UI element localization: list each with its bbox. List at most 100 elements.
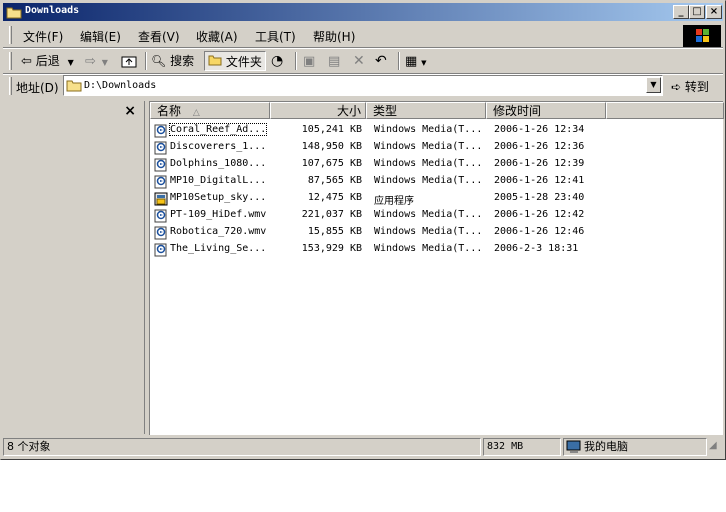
up-folder-icon [121, 56, 137, 68]
copy-to-button[interactable]: ▤ [328, 51, 348, 71]
file-row[interactable]: MP10Setup_sky... 12,475 KB 应用程序 2005-1-28 2… [152, 189, 722, 207]
go-button[interactable]: ➪ 转到 [671, 78, 709, 95]
undo-icon: ↶ [375, 53, 387, 69]
minimize-button[interactable]: _ [673, 5, 689, 19]
file-size: 148,950 KB [301, 141, 362, 152]
column-header-size[interactable]: 大小 [270, 102, 366, 119]
address-path: D:\Downloads [84, 80, 157, 91]
window-title: Downloads [25, 5, 80, 16]
file-type: Windows Media(T... [374, 243, 483, 254]
menu-view[interactable]: 查看(V) [138, 28, 180, 45]
delete-button[interactable]: ✕ [353, 51, 371, 71]
maximize-button[interactable]: □ [689, 5, 705, 19]
status-location: 我的电脑 [563, 438, 707, 456]
undo-button[interactable]: ↶ [375, 51, 393, 71]
views-icon: ▦ [405, 54, 418, 69]
menu-bar: 文件(F) 编辑(E) 查看(V) 收藏(A) 工具(T) 帮助(H) [3, 23, 681, 47]
title-bar[interactable]: Downloads _ □ × [3, 3, 723, 21]
resize-grip-icon[interactable]: ◢ [709, 440, 717, 451]
media-file-icon [154, 124, 168, 138]
address-bar: 地址(D) D:\Downloads ▼ ➪ 转到 [3, 74, 723, 98]
file-modified: 2005-1-28 23:40 [494, 192, 585, 203]
address-input[interactable]: D:\Downloads ▼ [63, 75, 663, 96]
file-name: Dolphins_1080... [170, 158, 267, 169]
search-button[interactable]: 🔍︎ 搜索 [151, 51, 199, 71]
folder-icon [6, 5, 22, 22]
column-name-label: 名称 [157, 104, 182, 118]
views-dropdown-icon: ▼ [421, 59, 427, 67]
file-type: Windows Media(T... [374, 209, 483, 220]
back-arrow-icon: ⇦ [21, 54, 32, 69]
list-header: 名称 △ 大小 类型 修改时间 [150, 102, 724, 119]
toolbar-separator [145, 52, 147, 70]
file-row[interactable]: The_Living_Se... 153,929 KB Windows Media(… [152, 240, 722, 257]
address-label: 地址(D) [16, 81, 59, 95]
menu-edit[interactable]: 编辑(E) [80, 28, 121, 45]
folder-icon [66, 78, 82, 95]
folders-label: 文件夹 [225, 55, 262, 69]
file-row[interactable]: MP10_DigitalL... 87,565 KB Windows Media(T… [152, 172, 722, 189]
explorer-window: Downloads _ □ × 文件(F) 编辑(E) 查看(V) 收藏(A) … [0, 0, 726, 460]
copy-to-icon: ▤ [328, 54, 341, 69]
close-button[interactable]: × [706, 5, 722, 19]
file-type: Windows Media(T... [374, 175, 483, 186]
forward-arrow-icon: ⇨ [85, 54, 96, 69]
file-size: 15,855 KB [307, 226, 362, 237]
file-size: 12,475 KB [307, 192, 362, 203]
toolbar-grip [9, 52, 12, 70]
file-type: Windows Media(T... [374, 158, 483, 169]
history-button[interactable]: ◔ [271, 51, 291, 71]
standard-toolbar: ⇦ 后退 ▼ ⇨ ▼ 🔍︎ 搜索 文件夹 ◔ ▣ ▤ ✕ ↶ ▦ ▼ [3, 49, 723, 73]
file-modified: 2006-1-26 12:46 [494, 226, 585, 237]
status-size: 832 MB [483, 438, 561, 456]
file-row[interactable]: Coral_Reef_Ad... 105,241 KB Windows Media(… [152, 121, 722, 138]
file-modified: 2006-1-26 12:36 [494, 141, 585, 152]
file-name: MP10Setup_sky... [170, 192, 267, 203]
address-dropdown-button[interactable]: ▼ [646, 77, 661, 93]
views-button[interactable]: ▦ ▼ [405, 51, 433, 71]
file-name: Discoverers_1... [170, 141, 267, 152]
search-label: 搜索 [170, 54, 195, 68]
move-to-button[interactable]: ▣ [303, 51, 323, 71]
file-row[interactable]: Robotica_720.wmv 15,855 KB Windows Media(T… [152, 223, 722, 240]
menu-grip [9, 26, 12, 44]
menu-tools[interactable]: 工具(T) [255, 28, 296, 45]
media-file-icon [154, 209, 168, 223]
explorer-bar-pane: × [5, 101, 145, 434]
menu-help[interactable]: 帮助(H) [313, 28, 355, 45]
media-file-icon [154, 158, 168, 172]
sort-ascending-icon: △ [192, 108, 200, 118]
column-header-type[interactable]: 类型 [366, 102, 486, 119]
column-header-modified[interactable]: 修改时间 [486, 102, 606, 119]
file-size: 221,037 KB [301, 209, 362, 220]
folders-button[interactable]: 文件夹 [204, 51, 266, 71]
back-label: 后退 [35, 54, 60, 68]
history-icon: ◔ [271, 53, 284, 69]
file-modified: 2006-2-3 18:31 [494, 243, 579, 254]
windows-logo-icon [683, 25, 721, 47]
menu-favorites[interactable]: 收藏(A) [196, 28, 238, 45]
forward-button[interactable]: ⇨ ▼ [85, 51, 119, 71]
go-label: 转到 [684, 80, 709, 94]
file-type: Windows Media(T... [374, 141, 483, 152]
column-header-filler [606, 102, 724, 119]
file-name: The_Living_Se... [170, 243, 267, 254]
up-folder-button[interactable] [121, 51, 139, 71]
file-type: Windows Media(T... [374, 226, 483, 237]
installer-icon [154, 192, 168, 206]
forward-dropdown-icon: ▼ [101, 58, 108, 67]
file-name: MP10_DigitalL... [170, 175, 267, 186]
back-button[interactable]: ⇦ 后退 ▼ [21, 51, 83, 71]
close-pane-icon[interactable]: × [124, 103, 136, 119]
menu-file[interactable]: 文件(F) [23, 28, 63, 45]
column-header-name[interactable]: 名称 △ [150, 102, 270, 119]
file-row[interactable]: Discoverers_1... 148,950 KB Windows Media(… [152, 138, 722, 155]
move-to-icon: ▣ [303, 54, 316, 69]
media-file-icon [154, 243, 168, 257]
file-row[interactable]: PT-109_HiDef.wmv 221,037 KB Windows Media(… [152, 206, 722, 223]
file-row[interactable]: Dolphins_1080... 107,675 KB Windows Media(… [152, 155, 722, 172]
toolbar-separator [295, 52, 297, 70]
file-list: 名称 △ 大小 类型 修改时间 Coral_Reef_Ad... 105,241 … [149, 101, 724, 435]
file-modified: 2006-1-26 12:34 [494, 124, 585, 135]
file-modified: 2006-1-26 12:42 [494, 209, 585, 220]
